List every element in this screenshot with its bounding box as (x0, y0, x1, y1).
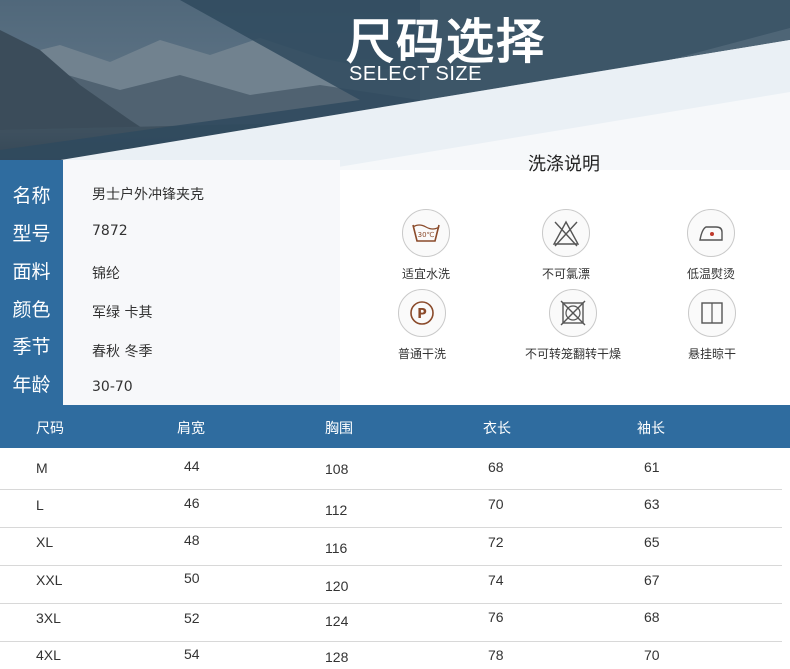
cell-length: 76 (488, 609, 504, 625)
info-label-season: 季节 (12, 336, 51, 358)
column-header-chest: 胸围 (325, 421, 353, 437)
product-info-panel: 名称 男士户外冲锋夹克 型号 7872 面料 锦纶 颜色 军绿 卡其 季节 春秋… (0, 160, 340, 405)
cell-size: XXL (36, 572, 63, 588)
cell-shoulder: 46 (184, 495, 200, 511)
cell-chest: 120 (325, 578, 349, 594)
washing-title: 洗涤说明 (528, 154, 600, 175)
wash-item-low-iron: 低温熨烫 (641, 209, 781, 282)
wash-label-low-iron: 低温熨烫 (686, 267, 735, 281)
cell-sleeve: 68 (644, 609, 660, 625)
no-bleach-icon (542, 209, 590, 257)
wash-label-dry-clean: 普通干洗 (397, 347, 446, 361)
wash-item-no-tumble-dry: 不可转笼翻转干燥 (503, 289, 643, 362)
info-value-season: 春秋 冬季 (92, 344, 153, 360)
size-table-header: 尺码 肩宽 胸围 衣长 袖长 (0, 405, 790, 448)
wash-item-dry-clean: P 普通干洗 (352, 289, 492, 362)
table-row: M 44 108 68 61 (0, 452, 790, 490)
info-value-name: 男士户外冲锋夹克 (92, 187, 204, 203)
wash-label-no-tumble-dry: 不可转笼翻转干燥 (524, 347, 621, 361)
cell-shoulder: 44 (184, 458, 200, 474)
info-label-color: 颜色 (12, 299, 51, 321)
cell-chest: 116 (325, 540, 348, 556)
info-value-color: 军绿 卡其 (92, 305, 153, 321)
info-label-model: 型号 (12, 223, 51, 245)
table-row: XL 48 116 72 65 (0, 528, 790, 566)
cell-size: L (36, 497, 44, 513)
cell-sleeve: 61 (644, 459, 660, 475)
wash-label-machine-wash: 适宜水洗 (401, 267, 450, 281)
header-banner: 尺码选择 SELECT SIZE (0, 0, 790, 170)
table-row: 4XL 54 128 78 70 (0, 642, 790, 669)
cell-sleeve: 70 (644, 647, 660, 663)
wash-label-hang-dry: 悬挂晾干 (687, 347, 736, 361)
column-header-size: 尺码 (36, 421, 64, 437)
cell-chest: 108 (325, 461, 349, 477)
cell-size: M (36, 460, 48, 476)
svg-text:P: P (417, 307, 427, 322)
no-tumble-dry-icon (549, 289, 597, 337)
cell-size: 3XL (36, 610, 61, 626)
wash-item-machine-wash: 30℃ 适宜水洗 (356, 209, 496, 282)
hang-dry-icon (688, 289, 736, 337)
cell-shoulder: 52 (184, 610, 200, 626)
cell-length: 78 (488, 647, 504, 663)
svg-text:30℃: 30℃ (418, 231, 435, 239)
info-label-name: 名称 (12, 185, 51, 207)
column-header-shoulder: 肩宽 (177, 421, 205, 437)
cell-sleeve: 67 (644, 572, 660, 588)
wash-item-no-bleach: 不可氯漂 (496, 209, 636, 282)
info-value-model: 7872 (92, 223, 128, 239)
column-header-sleeve: 袖长 (637, 421, 665, 437)
wash-30-icon: 30℃ (402, 209, 450, 257)
cell-chest: 124 (325, 613, 349, 629)
cell-length: 70 (488, 496, 504, 512)
column-header-length: 衣长 (483, 421, 511, 437)
cell-sleeve: 65 (644, 534, 660, 550)
dry-clean-p-icon: P (398, 289, 446, 337)
page-subtitle: SELECT SIZE (349, 63, 482, 85)
cell-length: 72 (488, 534, 504, 550)
table-row: L 46 112 70 63 (0, 490, 790, 528)
info-value-fabric: 锦纶 (92, 266, 120, 282)
table-row: 3XL 52 124 76 68 (0, 604, 790, 642)
cell-size: XL (36, 534, 54, 550)
low-iron-icon (687, 209, 735, 257)
cell-shoulder: 50 (184, 570, 200, 586)
cell-chest: 128 (325, 649, 349, 665)
wash-item-hang-dry: 悬挂晾干 (642, 289, 782, 362)
info-label-age: 年龄 (12, 374, 51, 396)
cell-length: 68 (488, 459, 504, 475)
info-value-age: 30-70 (92, 379, 133, 395)
info-label-fabric: 面料 (12, 261, 51, 283)
table-row: XXL 50 120 74 67 (0, 566, 790, 604)
cell-shoulder: 54 (184, 646, 200, 662)
cell-sleeve: 63 (644, 496, 660, 512)
cell-size: 4XL (36, 647, 61, 663)
wash-label-no-bleach: 不可氯漂 (541, 267, 590, 281)
page-title: 尺码选择 (346, 14, 547, 70)
cell-length: 74 (488, 572, 504, 588)
cell-chest: 112 (325, 502, 348, 518)
cell-shoulder: 48 (184, 532, 200, 548)
